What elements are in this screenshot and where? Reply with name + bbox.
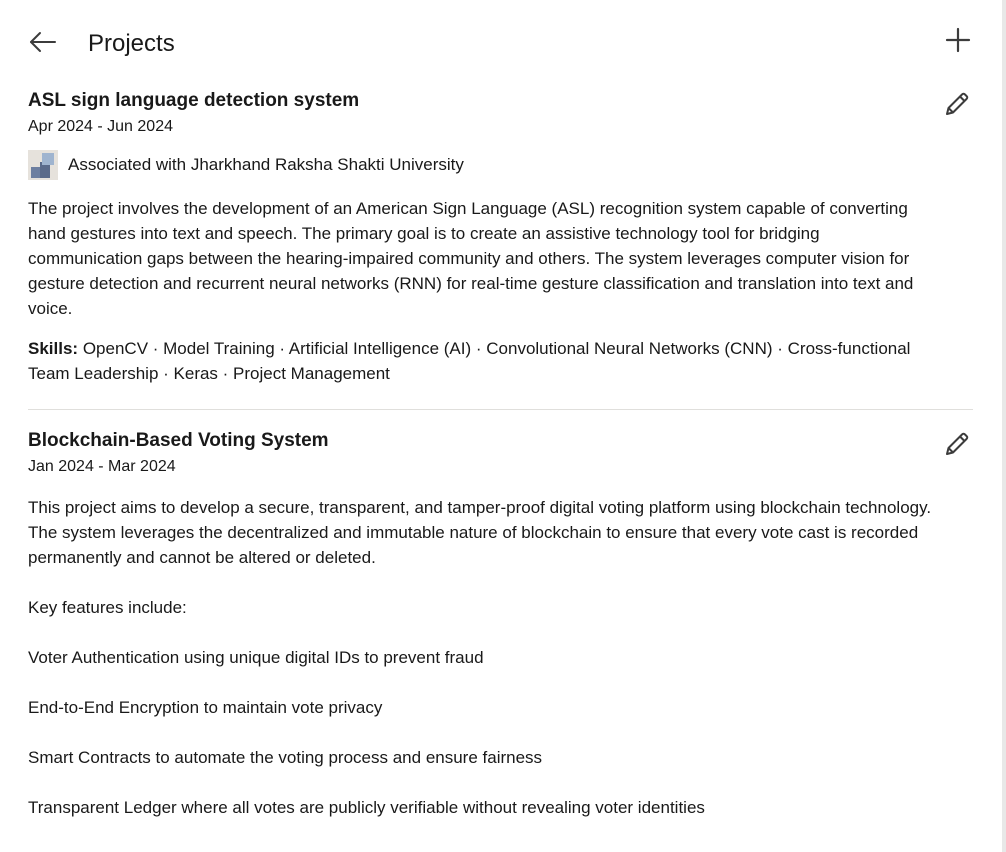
project-dates: Apr 2024 - Jun 2024: [28, 118, 173, 135]
description-paragraph: End-to-End Encryption to maintain vote p…: [28, 698, 383, 717]
skills-list: OpenCV · Model Training · Artificial Int…: [28, 339, 911, 383]
project-dates: Jan 2024 - Mar 2024: [28, 458, 176, 475]
description-paragraph: Key features include:: [28, 598, 187, 617]
plus-icon: [945, 27, 971, 53]
skills-label: Skills:: [28, 339, 79, 358]
university-logo: [28, 150, 58, 180]
projects-page: Projects ASL sign language detection sys…: [0, 0, 1002, 852]
project-skills: Skills: OpenCV · Model Training · Artifi…: [28, 336, 933, 386]
description-paragraph: The project involves the development of …: [28, 199, 914, 318]
description-paragraph: Voter Authentication using unique digita…: [28, 648, 484, 667]
page-title: Projects: [88, 30, 175, 57]
project-card: Blockchain-Based Voting System Jan 2024 …: [28, 428, 973, 820]
edit-project-button[interactable]: [941, 428, 973, 460]
add-project-button[interactable]: [940, 22, 976, 58]
project-title: ASL sign language detection system: [28, 90, 360, 111]
page-header: Projects: [0, 0, 1002, 80]
arrow-left-icon: [30, 32, 56, 52]
edit-project-button[interactable]: [941, 88, 973, 120]
description-paragraph: Smart Contracts to automate the voting p…: [28, 748, 543, 767]
back-button[interactable]: [24, 24, 60, 60]
pencil-icon: [946, 432, 969, 455]
association-text: Associated with Jharkhand Raksha Shakti …: [68, 155, 464, 174]
description-paragraph: Transparent Ledger where all votes are p…: [28, 798, 705, 817]
description-paragraph: This project aims to develop a secure, t…: [28, 498, 932, 567]
project-card: ASL sign language detection system Apr 2…: [28, 88, 973, 386]
project-description: This project aims to develop a secure, t…: [28, 495, 933, 820]
association-row: Associated with Jharkhand Raksha Shakti …: [28, 149, 973, 181]
pencil-icon: [946, 92, 969, 115]
scrollbar[interactable]: [1002, 0, 1006, 852]
divider: [28, 409, 973, 410]
project-description: The project involves the development of …: [28, 196, 933, 321]
project-title: Blockchain-Based Voting System: [28, 430, 329, 451]
